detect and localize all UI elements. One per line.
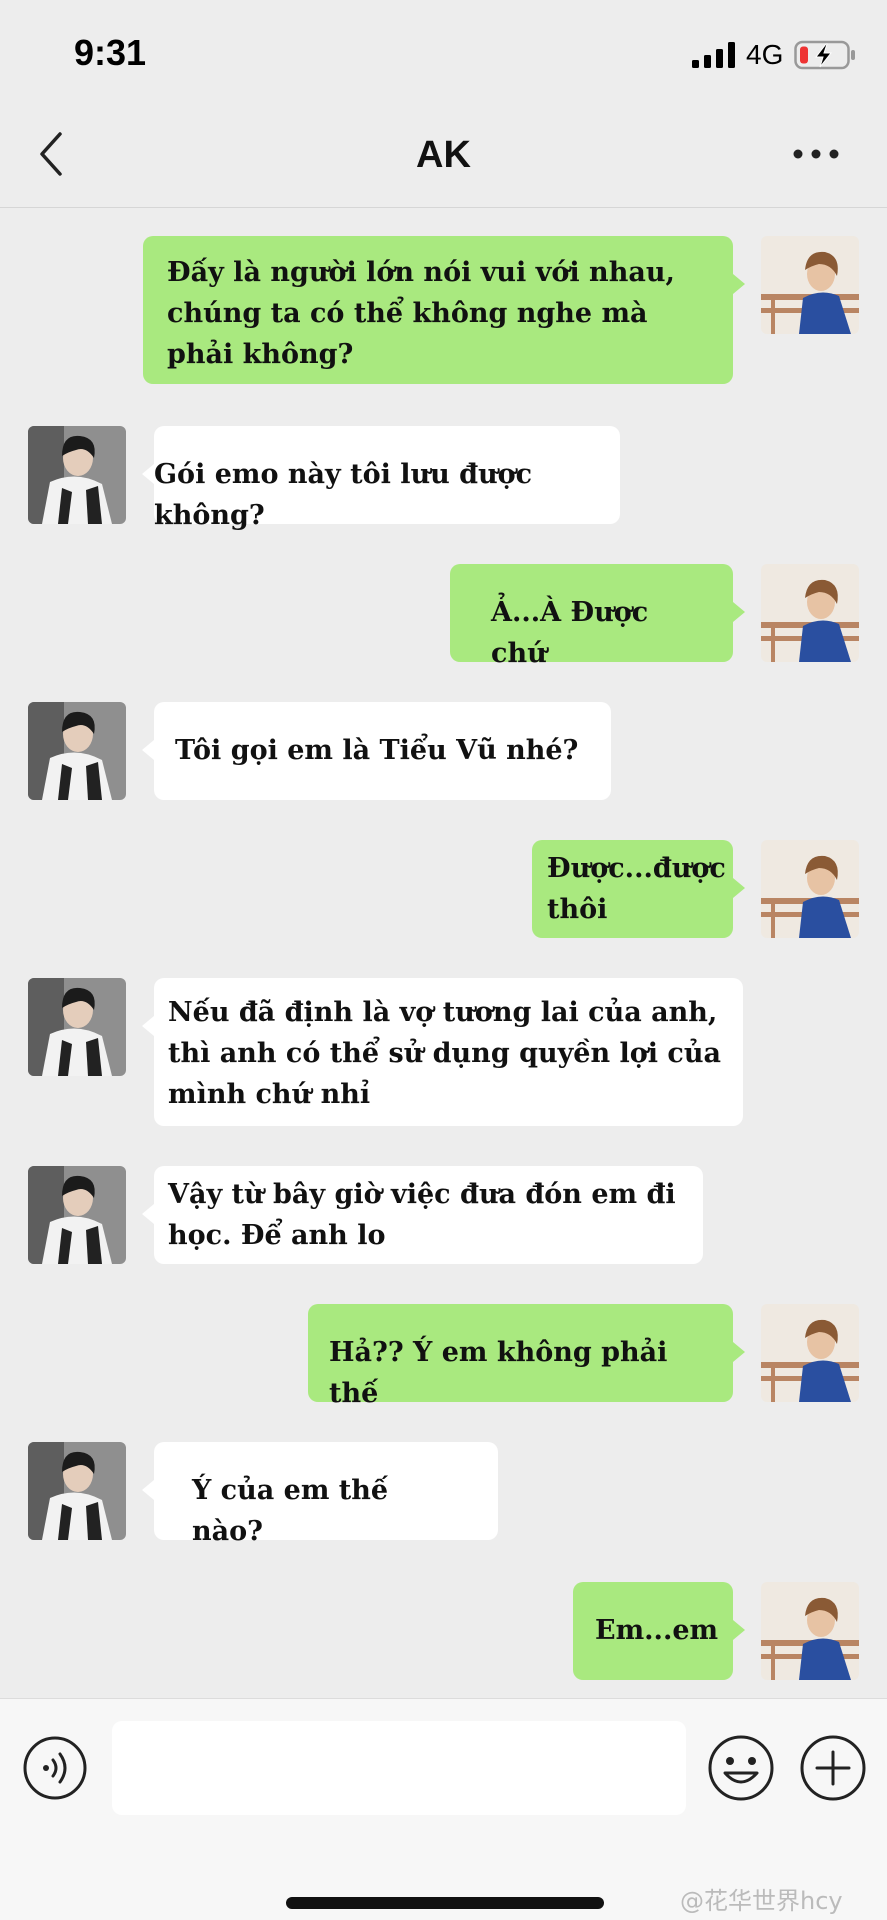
bubble-tail: [142, 464, 154, 484]
my-avatar[interactable]: [761, 236, 859, 334]
contact-avatar[interactable]: [28, 702, 126, 800]
bubble-tail: [733, 878, 745, 898]
bubble-tail: [142, 1204, 154, 1224]
bubble-tail: [142, 1016, 154, 1036]
signal-icon: [692, 42, 735, 68]
message-bubble[interactable]: Được...được thôi: [532, 840, 733, 938]
watermark: @花华世界hcy: [680, 1887, 843, 1915]
message-bubble[interactable]: Em...em: [573, 1582, 733, 1680]
my-avatar[interactable]: [761, 1304, 859, 1402]
voice-icon[interactable]: [22, 1735, 88, 1801]
message-bubble[interactable]: Gói emo này tôi lưu được không?: [154, 426, 620, 531]
message-bubble[interactable]: Ả...À Được chứ: [450, 564, 733, 669]
my-avatar[interactable]: [761, 840, 859, 938]
contact-avatar[interactable]: [28, 426, 126, 524]
status-time: 9:31: [74, 32, 147, 73]
bubble-tail: [733, 1620, 745, 1640]
my-avatar[interactable]: [761, 1582, 859, 1680]
message-bubble[interactable]: Tôi gọi em là Tiểu Vũ nhé?: [154, 702, 611, 800]
nav-bar: AK: [0, 100, 887, 208]
my-avatar[interactable]: [761, 564, 859, 662]
bubble-tail: [142, 740, 154, 760]
bubble-tail: [733, 602, 745, 622]
message-bubble[interactable]: Hả?? Ý em không phải thế: [308, 1304, 733, 1409]
network-label: 4G: [746, 39, 784, 70]
message-bubble[interactable]: Ý của em thế nào?: [154, 1442, 498, 1547]
more-dots-icon[interactable]: [790, 144, 842, 164]
contact-avatar[interactable]: [28, 1442, 126, 1540]
message-bubble[interactable]: Nếu đã định là vợ tương lai của anh, thì…: [154, 978, 743, 1126]
bubble-tail: [142, 1480, 154, 1500]
contact-avatar[interactable]: [28, 978, 126, 1076]
emoji-icon[interactable]: [706, 1733, 776, 1803]
message-input[interactable]: [112, 1721, 686, 1815]
plus-icon[interactable]: [798, 1733, 868, 1803]
bubble-tail: [733, 274, 745, 294]
input-bar: @花华世界hcy: [0, 1698, 887, 1920]
message-bubble[interactable]: Vậy từ bây giờ việc đưa đón em đi học. Đ…: [154, 1166, 703, 1264]
status-bar: 9:31 4G: [0, 0, 887, 100]
battery-icon: [794, 40, 855, 70]
message-bubble[interactable]: Đấy là người lớn nói vui với nhau, chúng…: [143, 236, 733, 384]
bubble-tail: [733, 1342, 745, 1362]
home-indicator: [286, 1897, 604, 1909]
contact-avatar[interactable]: [28, 1166, 126, 1264]
chat-title: AK: [416, 134, 471, 176]
